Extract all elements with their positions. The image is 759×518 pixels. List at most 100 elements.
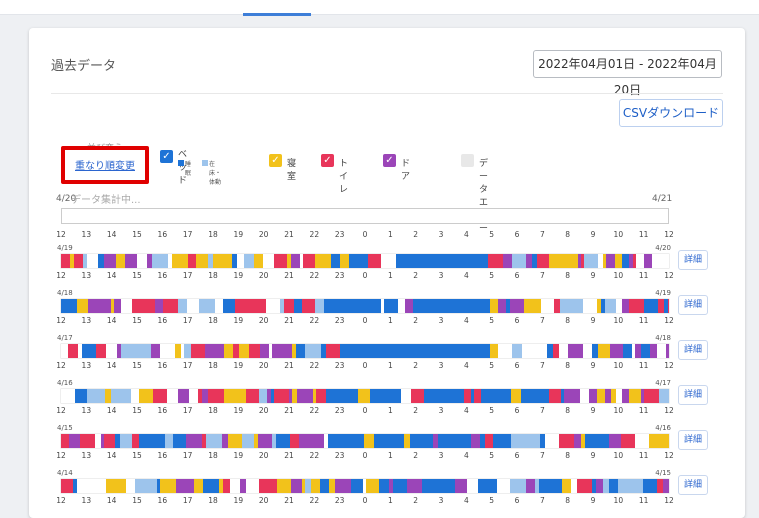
day-4-hour-6: 18 [208,451,218,460]
day-segment [328,434,331,448]
day-segment [471,434,480,448]
day-segment [348,389,358,403]
day-segment [160,344,175,358]
day-2-hour-14: 2 [413,361,418,370]
day-segment [168,254,172,268]
day-segment [198,389,202,403]
day-segment [276,434,290,448]
day-4-hour-4: 16 [158,451,168,460]
day-segment [176,479,180,493]
day-segment [640,254,644,268]
day-segment [540,434,545,448]
day-segment [559,434,574,448]
day-segment [199,299,215,313]
day-segment [358,254,364,268]
sort-order-link[interactable]: 重なり順変更 [65,157,145,172]
day-5-hour-13: 1 [388,496,393,505]
day-segment [106,344,117,358]
day-segment [618,479,629,493]
day-5-hour-17: 5 [489,496,494,505]
day-segment [445,479,455,493]
day-segment [121,299,132,313]
day-segment [305,344,321,358]
detail-button[interactable]: 詳細 [678,385,708,405]
day-segment [292,389,297,403]
day-segment [88,299,96,313]
day-segment [324,299,337,313]
day-5-hour-18: 6 [515,496,520,505]
day-segment [649,434,659,448]
day-segment [507,434,511,448]
day-segment [389,479,393,493]
day-segment [413,299,420,313]
day-1-hour-14: 2 [413,316,418,325]
day-segment [215,299,223,313]
day-4-hour-9: 21 [284,451,294,460]
detail-button[interactable]: 詳細 [678,295,708,315]
day-4-hour-11: 23 [335,451,345,460]
day-segment [510,299,524,313]
day-segment [172,254,188,268]
day-segment [129,344,142,358]
day-segment [596,479,603,493]
day-segment [244,254,248,268]
day-segment [655,389,659,403]
day-start-date: 4/18 [57,289,73,297]
detail-button[interactable]: 詳細 [678,430,708,450]
day-1-hour-19: 7 [540,316,545,325]
day-segment [526,479,535,493]
day-segment [471,344,476,358]
day-segment [87,254,98,268]
day-segment [202,434,206,448]
detail-button[interactable]: 詳細 [678,340,708,360]
day-segment [483,344,490,358]
day-segment [577,479,592,493]
aggregate-hour-16: 4 [464,230,469,239]
day-segment [371,299,381,313]
day-segment [485,479,497,493]
day-0-hour-14: 2 [413,271,418,280]
day-segment [139,389,153,403]
day-segment [132,434,139,448]
day-segment [339,389,348,403]
day-segment [598,344,610,358]
day-segment [432,344,438,358]
detail-button[interactable]: 詳細 [678,250,708,270]
day-segment [622,299,629,313]
history-card: 過去データ 2022年04月01日 - 2022年04月20日 CSVダウンロー… [29,28,745,518]
day-1-hour-23: 11 [639,316,649,325]
day-segment [609,434,621,448]
day-segment [329,479,335,493]
day-segment [277,479,283,493]
day-1-hour-17: 5 [489,316,494,325]
day-segment [381,254,396,268]
day-5-hour-0: 12 [56,496,66,505]
day-segment [455,479,467,493]
day-segment [493,434,507,448]
day-4-hour-12: 0 [363,451,368,460]
day-segment [436,479,445,493]
day-3-hour-0: 12 [56,406,66,415]
day-segment [616,299,622,313]
day-segment [111,389,119,403]
day-segment [104,434,115,448]
day-segment [609,479,618,493]
day-segment [260,344,269,358]
day-3-hour-19: 7 [540,406,545,415]
day-3-hour-24: 12 [664,406,674,415]
day-segment [524,299,534,313]
day-segment [235,299,250,313]
day-1-hour-5: 17 [183,316,193,325]
aggregate-hour-9: 21 [284,230,294,239]
day-segment [659,434,669,448]
day-segment [411,389,424,403]
day-segment [501,389,511,403]
day-segment [313,389,316,403]
day-segment [302,479,305,493]
day-segment [629,389,641,403]
day-segment [402,344,407,358]
day-segment [511,389,521,403]
detail-button[interactable]: 詳細 [678,475,708,495]
day-segment [205,344,215,358]
aggregate-hour-11: 23 [335,230,345,239]
